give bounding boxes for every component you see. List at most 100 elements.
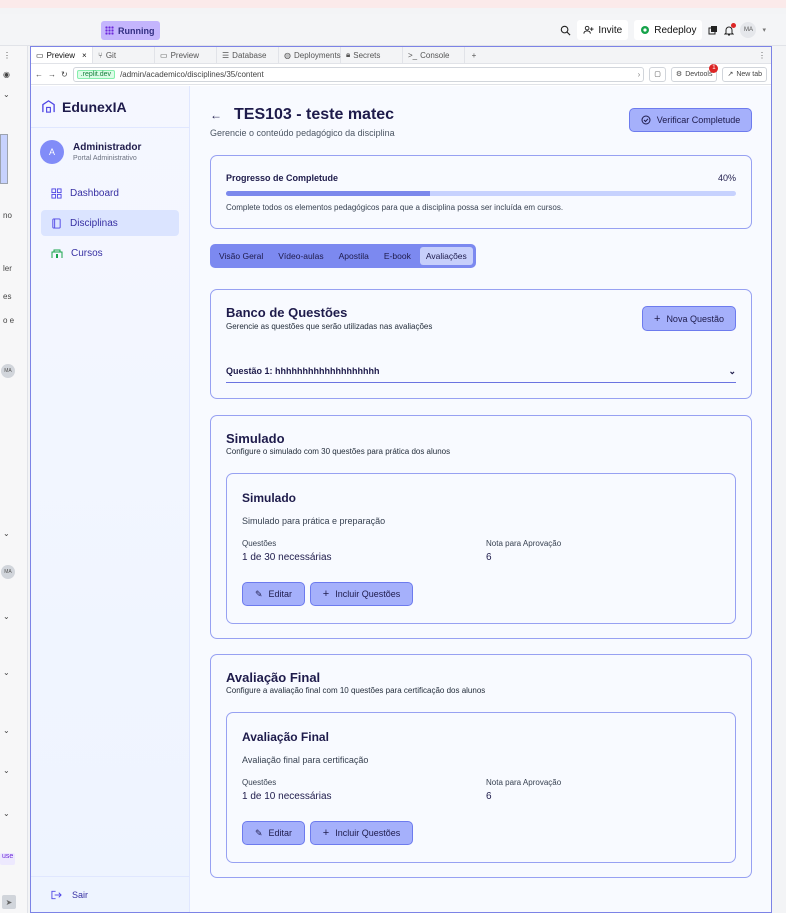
chevron-down-icon[interactable]: ▾	[762, 26, 766, 34]
search-icon[interactable]	[560, 25, 571, 36]
progress-value: 40%	[717, 173, 736, 183]
devtools-button[interactable]: ⚙ Devtools 1	[670, 63, 719, 82]
tab-visao-geral[interactable]: Visão Geral	[213, 247, 269, 265]
chevron-down-icon[interactable]: ⌄	[3, 726, 10, 735]
bell-icon[interactable]	[724, 22, 737, 36]
include-questions-button[interactable]: + Incluir Questões	[310, 582, 413, 606]
grid-icon	[105, 26, 114, 35]
content-tabs: Visão Geral Vídeo-aulas Apostila E-book …	[210, 244, 476, 268]
reload-icon[interactable]: ↻	[61, 70, 68, 79]
windows-icon[interactable]	[708, 25, 718, 35]
chevron-down-icon[interactable]: ⌄	[3, 766, 10, 775]
new-tab-button[interactable]: ↗ New tab	[722, 66, 767, 82]
passing-grade-label: Nota para Aprovação	[486, 539, 562, 548]
final-exam-card: Avaliação Final Configure a avaliação fi…	[210, 654, 752, 878]
final-exam-inner-title: Avaliação Final	[242, 730, 329, 744]
close-icon[interactable]: ×	[82, 51, 87, 60]
sidebar-item-disciplinas[interactable]: Disciplinas	[41, 210, 179, 236]
simulado-inner-title: Simulado	[242, 491, 297, 505]
new-tab-plus-icon[interactable]: +	[465, 47, 483, 63]
back-arrow-icon[interactable]: ←	[35, 70, 43, 79]
user-profile: A Administrador Portal Administrativo	[31, 128, 189, 164]
school-icon	[51, 248, 63, 259]
logout-button[interactable]: Sair	[31, 876, 189, 912]
tab-database[interactable]: ☰ Database	[217, 47, 279, 63]
questions-value: 1 de 30 necessárias	[242, 552, 332, 563]
final-exam-subtitle: Configure a avaliação final com 10 quest…	[226, 686, 486, 695]
monitor-icon: ▭	[36, 50, 44, 60]
url-field[interactable]: .replit.dev /admin/academico/disciplines…	[72, 66, 645, 82]
eye-icon[interactable]: ◉	[3, 70, 10, 79]
panel-tag: use	[0, 853, 16, 865]
sidebar-item-dashboard[interactable]: Dashboard	[41, 180, 179, 206]
include-label: Incluir Questões	[335, 589, 401, 599]
panel-text-snippet: es	[3, 292, 12, 301]
chevron-right-icon[interactable]: ›	[638, 70, 641, 79]
tab-label: Preview	[46, 50, 76, 60]
tab-ebook[interactable]: E-book	[378, 247, 417, 265]
pane-menu-icon[interactable]: ⋮	[753, 47, 771, 63]
chevron-down-icon[interactable]: ⌄	[3, 90, 10, 99]
panel-menu-icon[interactable]: ⋮	[3, 51, 11, 60]
question-item[interactable]: Questão 1: hhhhhhhhhhhhhhhhhhh ⌄	[226, 360, 736, 383]
pencil-icon: ✎	[254, 827, 263, 838]
page-subtitle: Gerencie o conteúdo pedagógico da discip…	[210, 128, 395, 138]
sidebar-item-label: Disciplinas	[70, 217, 118, 229]
tab-preview[interactable]: ▭ Preview ×	[31, 47, 93, 63]
edit-button[interactable]: ✎ Editar	[242, 821, 305, 845]
tab-video-aulas[interactable]: Vídeo-aulas	[272, 247, 329, 265]
passing-grade-value: 6	[486, 791, 492, 802]
book-icon	[51, 217, 62, 229]
window-top-strip	[0, 0, 786, 8]
external-link-icon: ↗	[727, 71, 734, 78]
page-title: TES103 - teste matec	[234, 106, 395, 123]
include-label: Incluir Questões	[335, 828, 401, 838]
question-bank-card: Banco de Questões Gerencie as questões q…	[210, 289, 752, 399]
pane-tabs: ▭ Preview × ⑂ Git ▭ Preview ☰ Database ◍ Dep…	[31, 47, 771, 64]
logout-icon	[51, 890, 62, 900]
chevron-down-icon[interactable]: ⌄	[3, 668, 10, 677]
progress-bar	[226, 191, 736, 196]
left-panel-strip: ⋮ ◉ ⌄ no ler es o e MA ⌄ MA ⌄ ⌄ ⌄ ⌄ ⌄ us…	[0, 46, 28, 913]
thumbnail-image	[0, 134, 8, 184]
tab-console[interactable]: >_ Console	[403, 47, 465, 63]
include-questions-button[interactable]: + Incluir Questões	[310, 821, 413, 845]
lock-icon: 🔒︎	[346, 50, 351, 59]
panel-text-snippet: o e	[3, 316, 15, 325]
new-question-button[interactable]: + Nova Questão	[642, 306, 736, 331]
tab-git[interactable]: ⑂ Git	[93, 47, 155, 63]
edit-button[interactable]: ✎ Editar	[242, 582, 305, 606]
invite-button[interactable]: Invite	[577, 20, 629, 40]
sidebar-item-cursos[interactable]: Cursos	[41, 240, 179, 266]
chevron-down-icon[interactable]: ⌄	[3, 529, 10, 538]
account-avatar[interactable]: MA	[740, 22, 757, 38]
tab-avaliacoes[interactable]: Avaliações	[419, 247, 473, 265]
verify-completeness-button[interactable]: Verificar Completude	[629, 108, 752, 132]
plus-icon: +	[654, 312, 661, 325]
deploy-icon	[640, 25, 650, 35]
simulado-card: Simulado Configure o simulado com 30 que…	[210, 415, 752, 639]
redeploy-button[interactable]: Redeploy	[634, 20, 703, 40]
run-status-badge[interactable]: Running	[101, 21, 160, 40]
dashboard-icon	[51, 187, 62, 199]
sidebar-nav: Dashboard Disciplinas Cursos	[31, 180, 189, 266]
tab-label: Console	[420, 50, 450, 60]
simulado-details: Simulado Simulado para prática e prepara…	[226, 473, 736, 624]
chevron-down-icon[interactable]: ⌄	[3, 809, 10, 818]
forward-arrow-icon[interactable]: →	[48, 70, 56, 79]
tab-deployments[interactable]: ◍ Deployments	[279, 47, 341, 63]
tab-apostila[interactable]: Apostila	[333, 247, 375, 265]
brand-logo[interactable]: EdunexIA	[31, 86, 189, 128]
edunexia-app: EdunexIA A Administrador Portal Administ…	[31, 86, 771, 912]
tab-label: Deployments	[293, 50, 341, 60]
avatar: A	[40, 140, 64, 164]
screen-icon[interactable]: ▢	[649, 66, 666, 82]
tab-secrets[interactable]: 🔒︎ Secrets	[341, 47, 403, 63]
final-exam-inner-subtitle: Avaliação final para certificação	[242, 755, 369, 765]
send-icon[interactable]: ➤	[2, 895, 16, 909]
tab-preview-2[interactable]: ▭ Preview	[155, 47, 217, 63]
back-arrow-icon[interactable]: ←	[210, 108, 222, 122]
chevron-down-icon[interactable]: ⌄	[3, 612, 10, 621]
new-tab-label: New tab	[736, 70, 762, 78]
chevron-down-icon[interactable]: ⌄	[728, 366, 736, 377]
